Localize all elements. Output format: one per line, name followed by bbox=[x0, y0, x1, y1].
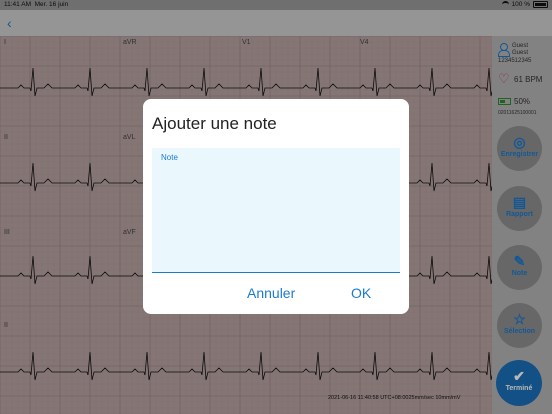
note-input[interactable]: Note bbox=[152, 148, 400, 273]
ok-button[interactable]: OK bbox=[351, 285, 371, 301]
note-placeholder: Note bbox=[161, 153, 178, 162]
dialog-title: Ajouter une note bbox=[152, 114, 277, 133]
cancel-button[interactable]: Annuler bbox=[247, 285, 295, 301]
add-note-dialog: Ajouter une note Note Annuler OK bbox=[143, 99, 409, 314]
